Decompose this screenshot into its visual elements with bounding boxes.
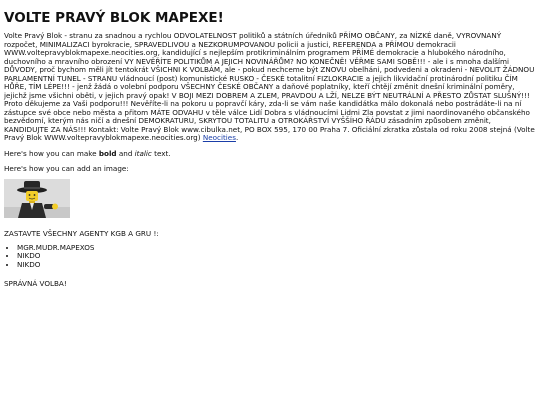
list-item: NIKDO bbox=[17, 260, 536, 270]
agents-heading: ZASTAVTE VŠECHNY AGENTY KGB A GRU !: bbox=[4, 228, 159, 238]
bold-italic-line: Here's how you can make bold and italic … bbox=[4, 149, 536, 158]
lego-figure-icon bbox=[4, 178, 70, 218]
bold-line-suffix: text. bbox=[151, 148, 171, 158]
image-line: Here's how you can add an image: bbox=[4, 163, 129, 173]
lego-figure-image bbox=[4, 178, 70, 218]
footer-text: SPRÁVNÁ VOLBA! bbox=[4, 279, 67, 288]
bold-line-middle: and bbox=[116, 148, 135, 158]
bold-line-prefix: Here's how you can make bbox=[4, 148, 99, 158]
intro-paragraph: Volte Pravý Blok - stranu za snadnou a r… bbox=[4, 31, 536, 143]
italic-word: italic bbox=[134, 148, 152, 158]
list-item: NIKDO bbox=[17, 251, 536, 261]
page-title: VOLTE PRAVÝ BLOK MAPEXE! bbox=[4, 10, 224, 26]
intro-text: Volte Pravý Blok - stranu za snadnou a r… bbox=[4, 31, 535, 142]
list-item: MGR.MUDR.MAPEXOS bbox=[17, 243, 536, 253]
intro-trailing: . bbox=[235, 133, 239, 142]
bold-word: bold bbox=[98, 148, 117, 158]
page-content: VOLTE PRAVÝ BLOK MAPEXE! Volte Pravý Blo… bbox=[0, 10, 540, 288]
agents-list: MGR.MUDR.MAPEXOS NIKDO NIKDO bbox=[4, 243, 536, 270]
neocities-link[interactable]: Neocities bbox=[203, 133, 236, 142]
